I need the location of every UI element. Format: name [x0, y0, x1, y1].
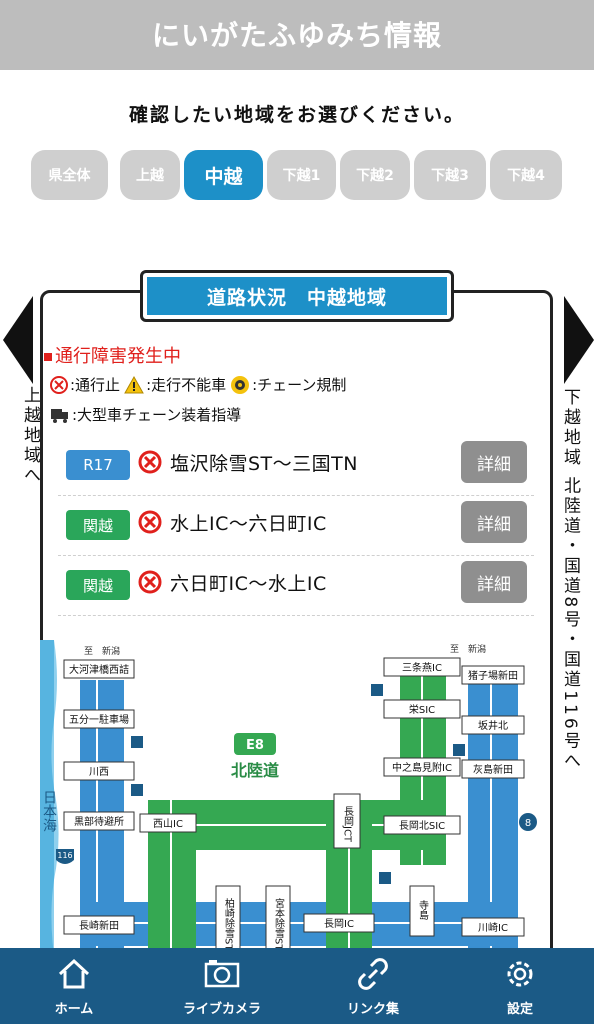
legend-truck: :大型車チェーン装着指導 — [50, 404, 241, 425]
nav-links[interactable]: リンク集 — [318, 948, 428, 1024]
sea-label: 日本海 — [41, 790, 57, 832]
road-map[interactable]: 日本海 至 新潟 至 新潟 E8 北陸道 8 116 大河津橋西詰 五分一駐車場… — [40, 640, 553, 970]
legend-chain: :チェーン規制 — [230, 374, 346, 395]
direction-left: 至 新潟 — [84, 645, 120, 657]
road-closed-icon — [138, 510, 162, 534]
loc-kurobe: 黒部待避所 — [74, 815, 124, 828]
incident-section: 塩沢除雪ST〜三国TN — [170, 453, 358, 475]
nav-settings[interactable]: 設定 — [465, 948, 575, 1024]
loc-kashiwazaki: 柏崎除雪ST — [223, 897, 235, 952]
triangle-left-icon — [3, 296, 33, 384]
panel-header: 道路状況 中越地域 — [140, 270, 454, 322]
tab-kaetsu-3[interactable]: 下越3 — [414, 150, 486, 200]
route-8-label: 8 — [525, 818, 531, 829]
camera-icon — [204, 960, 240, 988]
app-bar: にいがたふゆみち情報 — [0, 0, 594, 70]
tab-kaetsu-4[interactable]: 下越4 — [490, 150, 562, 200]
detail-button[interactable]: 詳細 — [461, 561, 527, 603]
route-badge: 関越 — [66, 510, 130, 540]
bottom-nav: ホーム ライブカメラ リンク集 設定 — [0, 948, 594, 1024]
loc-nagaoka-ic: 長岡IC — [324, 918, 354, 930]
loc-nishiyama: 西山IC — [153, 818, 183, 830]
triangle-right-icon — [564, 296, 594, 384]
road-lower-divider — [80, 922, 518, 924]
link-icon — [358, 958, 388, 990]
incident-section: 水上IC〜六日町IC — [170, 513, 327, 535]
tab-kaetsu-2[interactable]: 下越2 — [340, 150, 410, 200]
road-map-svg: 日本海 至 新潟 至 新潟 E8 北陸道 8 116 大河津橋西詰 五分一駐車場… — [40, 640, 537, 970]
nav-live-camera-label: ライブカメラ — [182, 1002, 261, 1017]
next-region-label[interactable]: 下越地域 北陸道・国道8号・国道116号へ — [560, 388, 580, 772]
loc-kawasaki: 川崎IC — [478, 921, 508, 934]
camera-marker-icon[interactable] — [379, 872, 391, 884]
legend-stuck-label: :走行不能車 — [146, 376, 227, 394]
camera-marker-icon[interactable] — [453, 744, 465, 756]
direction-right: 至 新潟 — [450, 643, 486, 655]
loc-ookawatsu: 大河津橋西詰 — [69, 663, 129, 676]
next-region-arrow[interactable] — [562, 296, 594, 384]
route-116-label: 116 — [57, 851, 72, 860]
route-badge: 関越 — [66, 570, 130, 600]
nav-live-camera[interactable]: ライブカメラ — [167, 948, 277, 1024]
tab-prefecture-all[interactable]: 県全体 — [31, 150, 108, 200]
warning-icon — [124, 375, 144, 393]
expressway-badge-text: E8 — [246, 738, 264, 753]
nav-home[interactable]: ホーム — [19, 948, 129, 1024]
loc-nakanoshima: 中之島見附IC — [392, 761, 452, 774]
camera-marker-icon[interactable] — [131, 736, 143, 748]
legend-closed: :通行止 — [50, 374, 120, 395]
chain-icon — [231, 375, 250, 394]
loc-gobuichi: 五分一駐車場 — [69, 713, 129, 726]
home-icon — [58, 958, 90, 989]
road-closed-icon — [138, 570, 162, 594]
nav-links-label: リンク集 — [346, 1002, 399, 1017]
region-prompt: 確認したい地域をお選びください。 — [128, 104, 465, 126]
truck-icon — [51, 408, 68, 423]
loc-terashima: 寺島 — [417, 900, 429, 921]
loc-inokoba: 猪子場新田 — [468, 669, 518, 682]
road-closed-icon — [138, 450, 162, 474]
incident-section: 六日町IC〜水上IC — [170, 573, 327, 595]
loc-nagasaki: 長崎新田 — [79, 919, 119, 932]
incident-row: R17 塩沢除雪ST〜三国TN 詳細 — [58, 436, 534, 496]
incident-list: R17 塩沢除雪ST〜三国TN 詳細 関越 水上IC〜六日町IC 詳細 関越 六… — [58, 436, 534, 628]
loc-miyamoto: 宮本除雪ST — [273, 897, 285, 952]
legend-row-2: :大型車チェーン装着指導 — [50, 404, 245, 425]
tab-chuetsu[interactable]: 中越 — [184, 150, 263, 200]
detail-button[interactable]: 詳細 — [461, 501, 527, 543]
alert-heading-text: 通行障害発生中 — [55, 346, 181, 367]
camera-marker-icon[interactable] — [131, 784, 143, 796]
road-closed-icon — [50, 375, 68, 394]
alert-heading: 通行障害発生中 — [44, 342, 181, 368]
legend-row-1: :通行止 :走行不能車 :チェーン規制 — [50, 374, 350, 395]
expressway-name: 北陸道 — [231, 761, 279, 780]
camera-marker-icon[interactable] — [371, 684, 383, 696]
prev-region-label[interactable]: 上越地域へ — [20, 386, 40, 486]
alert-square-icon — [44, 353, 52, 361]
nav-home-label: ホーム — [54, 1002, 94, 1017]
prev-region-arrow[interactable] — [3, 296, 35, 384]
nav-settings-label: 設定 — [506, 1002, 533, 1017]
incident-row: 関越 六日町IC〜水上IC 詳細 — [58, 556, 534, 616]
loc-nagaoka-jct: 長岡JCT — [342, 806, 354, 843]
loc-sakae: 栄SIC — [409, 704, 435, 716]
legend-chain-label: :チェーン規制 — [252, 376, 347, 394]
tab-kaetsu-1[interactable]: 下越1 — [267, 150, 336, 200]
legend-stuck: :走行不能車 — [124, 374, 226, 395]
region-tabs: 県全体 上越 中越 下越1 下越2 下越3 下越4 — [0, 150, 594, 202]
app-title: にいがたふゆみち情報 — [151, 19, 442, 52]
legend-truck-label: :大型車チェーン装着指導 — [72, 406, 242, 424]
loc-sanjo: 三条燕IC — [402, 661, 442, 674]
detail-button[interactable]: 詳細 — [461, 441, 527, 483]
loc-kawanishi: 川西 — [89, 767, 109, 778]
loc-shitajima: 灰島新田 — [473, 763, 513, 776]
tab-joetsu[interactable]: 上越 — [120, 150, 180, 200]
loc-sakaikita: 坂井北 — [478, 719, 508, 732]
route-badge: R17 — [66, 450, 130, 480]
loc-nagaoka-kita: 長岡北SIC — [399, 820, 445, 832]
incident-row: 関越 水上IC〜六日町IC 詳細 — [58, 496, 534, 556]
legend-closed-label: :通行止 — [70, 376, 121, 394]
gear-icon — [507, 961, 533, 987]
